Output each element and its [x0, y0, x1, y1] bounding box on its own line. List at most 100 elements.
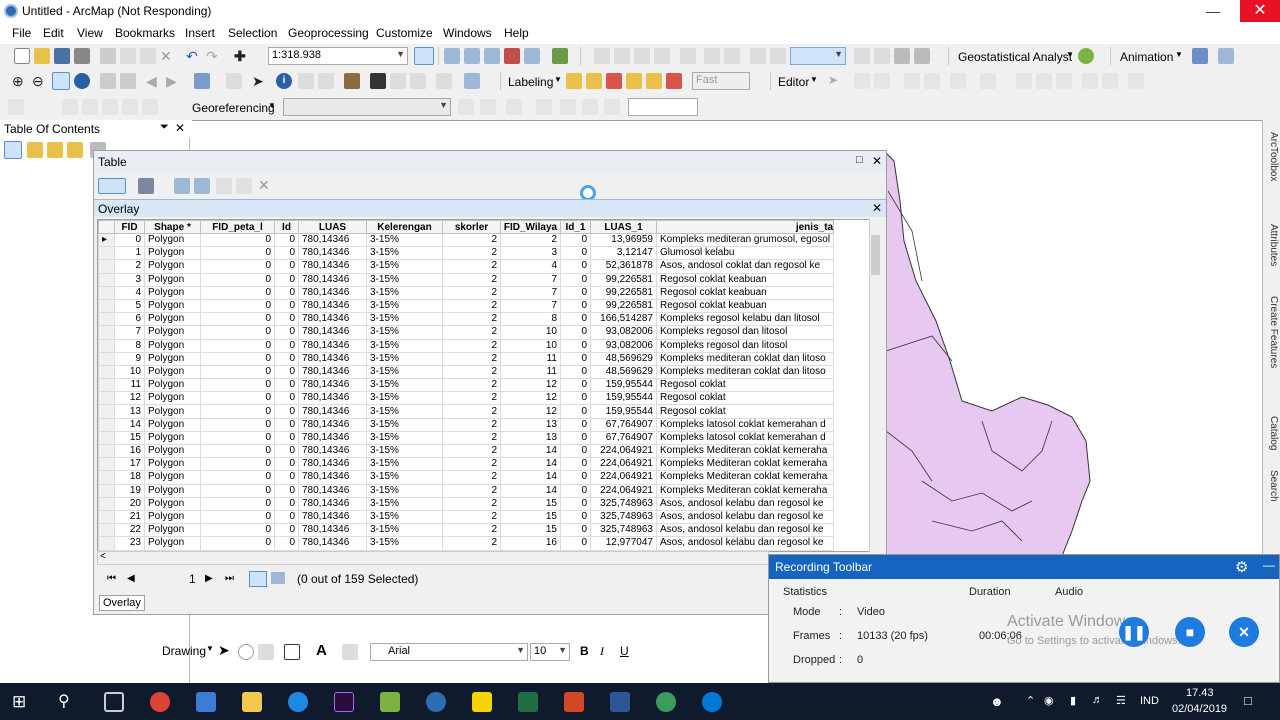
table-row[interactable]: 19 Polygon 0 0 780,14346 3-15% 2 14 0 224,064921 K… [98, 483, 835, 498]
table-cell[interactable]: 3-15% [366, 483, 443, 498]
table-cell[interactable]: Asos, andosol coklat dan regosol ke [655, 259, 835, 274]
table-cell[interactable]: 3-15% [366, 443, 443, 459]
table-cell[interactable]: 2 [442, 417, 501, 432]
table-cell[interactable]: 780,14346 [298, 272, 367, 287]
table-cell[interactable]: 93,082006 [590, 338, 657, 353]
select-circle-icon[interactable] [122, 99, 138, 115]
delete-selected-icon[interactable]: ✕ [258, 177, 274, 193]
table-row[interactable]: 7 Polygon 0 0 780,14346 3-15% 2 10 0 93,082006 Kom… [98, 325, 835, 340]
add-data-icon[interactable]: ✚ [234, 48, 250, 64]
cut-polygons-icon[interactable] [1056, 73, 1072, 89]
table-cell[interactable]: 3-15% [366, 391, 443, 406]
pan-icon[interactable] [634, 48, 650, 64]
table-cell[interactable]: 3-15% [366, 536, 443, 551]
sticky-notes-icon[interactable] [472, 692, 492, 712]
table-row[interactable]: 11 Polygon 0 0 780,14346 3-15% 2 12 0 159,95544 Re… [98, 378, 835, 393]
table-cell[interactable]: 224,064921 [590, 443, 657, 459]
table-cell[interactable]: 0 [200, 246, 275, 261]
zoom-to-elements-icon[interactable] [258, 644, 274, 660]
layout-zoom-combo[interactable]: ▼ [790, 47, 846, 65]
table-cell[interactable]: Polygon [144, 298, 201, 314]
table-cell[interactable]: 0 [274, 457, 299, 472]
table-cell[interactable]: 3-15% [366, 285, 443, 300]
row-selector[interactable] [98, 443, 115, 459]
edit-vertices-icon[interactable] [1016, 73, 1032, 89]
column-header[interactable]: Kelerengan [366, 220, 443, 234]
clear-selection-icon[interactable] [216, 178, 232, 194]
table-cell[interactable]: 21 [114, 509, 145, 525]
menu-customize[interactable]: Customize [376, 26, 433, 40]
table-cell[interactable]: 3-15% [366, 246, 443, 261]
table-cell[interactable]: 3-15% [366, 351, 443, 366]
table-cell[interactable]: 780,14346 [298, 457, 367, 472]
layout-zoom-icon[interactable] [704, 48, 720, 64]
table-cell[interactable]: 0 [274, 417, 299, 432]
close-icon[interactable]: ✕ [872, 201, 882, 215]
table-row[interactable]: 5 Polygon 0 0 780,14346 3-15% 2 7 0 99,226581 Rego… [98, 298, 835, 314]
row-selector[interactable] [98, 272, 115, 287]
table-cell[interactable]: Polygon [144, 470, 201, 485]
table-cell[interactable]: 0 [200, 298, 275, 314]
row-selector[interactable] [98, 496, 115, 511]
table-cell[interactable]: Polygon [144, 246, 201, 261]
row-selector[interactable] [98, 351, 115, 366]
labeling-menu[interactable]: Labeling [508, 75, 553, 89]
table-cell[interactable]: Kompleks regosol dan litosol [655, 325, 835, 340]
forward-arrow-icon[interactable]: ▶ [166, 73, 182, 89]
table-cell[interactable]: Kompleks regosol kelabu dan litosol [655, 312, 835, 327]
table-cell[interactable]: 0 [200, 536, 275, 551]
geostatistical-analyst-menu[interactable]: Geostatistical Analyst [958, 50, 1072, 64]
table-cell[interactable]: 2 [442, 285, 501, 300]
table-cell[interactable]: 23 [114, 536, 145, 551]
column-header[interactable]: Id_1 [560, 220, 591, 234]
select-elements-arrow-icon[interactable]: ➤ [252, 73, 268, 89]
table-row[interactable]: 17 Polygon 0 0 780,14346 3-15% 2 14 0 224,064921 K… [98, 457, 835, 472]
table-cell[interactable]: 48,569629 [590, 364, 657, 380]
table-cell[interactable]: 780,14346 [298, 417, 367, 432]
table-cell[interactable]: 3 [114, 272, 145, 287]
table-row[interactable]: 4 Polygon 0 0 780,14346 3-15% 2 7 0 99,226581 Rego… [98, 285, 835, 300]
table-cell[interactable]: 0 [200, 232, 275, 248]
fixed-zoom-out-icon[interactable] [120, 73, 136, 89]
menu-insert[interactable]: Insert [185, 26, 215, 40]
table-cell[interactable]: 224,064921 [590, 470, 657, 485]
table-cell[interactable]: 0 [200, 378, 275, 393]
table-cell[interactable]: Polygon [144, 496, 201, 511]
table-row[interactable]: 2 Polygon 0 0 780,14346 3-15% 2 4 0 52,361878 Asos… [98, 259, 835, 274]
measure-icon[interactable] [344, 73, 360, 89]
menu-help[interactable]: Help [504, 26, 529, 40]
shift-raster-icon[interactable] [480, 99, 496, 115]
bold-button[interactable]: B [580, 644, 589, 658]
select-line-icon[interactable] [142, 99, 158, 115]
straight-segment-icon[interactable] [874, 73, 890, 89]
row-selector[interactable] [98, 364, 115, 380]
view-link-table-icon[interactable] [560, 99, 576, 115]
row-selector[interactable] [98, 259, 115, 274]
table-cell[interactable]: Polygon [144, 338, 201, 353]
page-tool-icon[interactable] [680, 48, 696, 64]
table-cell[interactable]: 0 [274, 378, 299, 393]
list-by-drawing-order-icon[interactable] [4, 141, 22, 159]
select-lasso-icon[interactable] [102, 99, 118, 115]
table-cell[interactable]: 12 [500, 404, 561, 419]
column-header[interactable]: Shape * [144, 220, 201, 234]
table-cell[interactable]: 0 [274, 232, 299, 248]
table-cell[interactable]: 0 [200, 364, 275, 380]
underline-button[interactable]: U [620, 644, 629, 658]
table-cell[interactable]: Kompleks regosol dan litosol [655, 338, 835, 353]
search-window-icon[interactable] [484, 48, 500, 64]
table-cell[interactable]: 0 [200, 259, 275, 274]
table-row[interactable]: 13 Polygon 0 0 780,14346 3-15% 2 12 0 159,95544 Re… [98, 404, 835, 419]
table-cell[interactable]: 780,14346 [298, 298, 367, 314]
table-cell[interactable]: 2 [442, 259, 501, 274]
table-row[interactable]: 14 Polygon 0 0 780,14346 3-15% 2 13 0 67,764907 Ko… [98, 417, 835, 432]
row-selector[interactable] [98, 430, 115, 446]
menu-bookmarks[interactable]: Bookmarks [115, 26, 175, 40]
column-header[interactable]: FID_Wilaya [500, 220, 561, 234]
table-cell[interactable]: 16 [500, 536, 561, 551]
table-cell[interactable]: 2 [442, 338, 501, 353]
row-selector[interactable] [98, 338, 115, 353]
python-window-icon[interactable] [524, 48, 540, 64]
table-cell[interactable]: 0 [560, 457, 591, 472]
table-cell[interactable]: 3-15% [366, 325, 443, 340]
